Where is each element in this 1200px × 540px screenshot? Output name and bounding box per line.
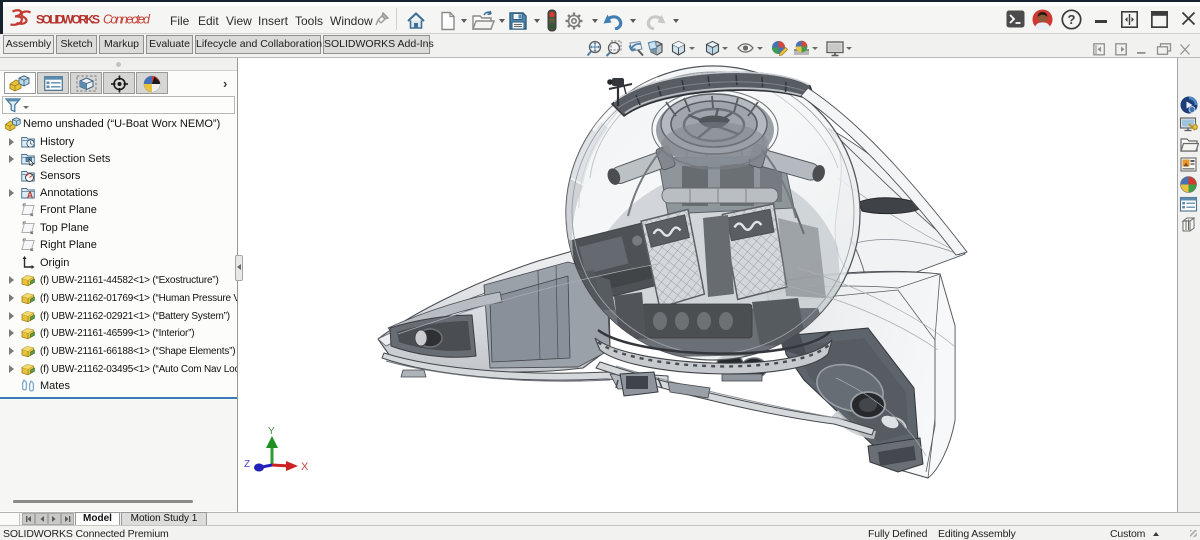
svg-text:Y: Y — [268, 426, 275, 437]
svg-text:Z: Z — [244, 459, 250, 470]
svg-text:A: A — [27, 190, 34, 200]
svg-text:X: X — [301, 461, 309, 473]
svg-text:SOLIDWORKS: SOLIDWORKS — [36, 13, 100, 27]
svg-text:Connected: Connected — [103, 13, 151, 27]
svg-text:?: ? — [1068, 12, 1076, 27]
